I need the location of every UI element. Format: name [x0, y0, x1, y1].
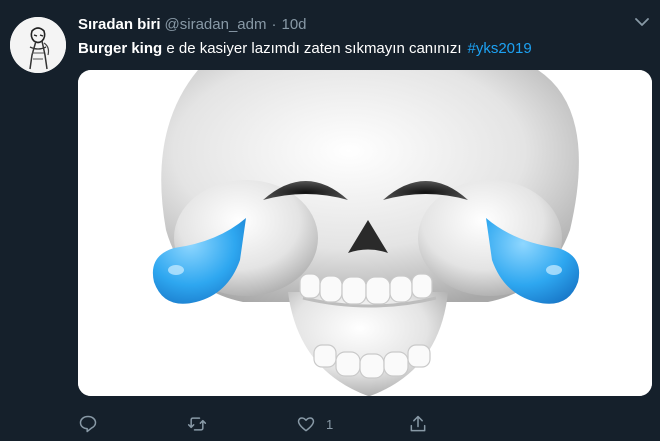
retweet-button[interactable]: [187, 412, 207, 436]
author-handle[interactable]: @siradan_adm: [165, 16, 267, 33]
avatar-sketch-icon: [10, 17, 66, 73]
tweet-actions: 1: [78, 412, 652, 436]
like-count: 1: [326, 416, 334, 432]
tweet[interactable]: Sıradan biri @siradan_adm · 10d Burger king…: [0, 0, 660, 441]
tweet-text-bold: Burger king: [78, 40, 163, 57]
reply-button[interactable]: [78, 412, 98, 436]
share-button[interactable]: [408, 412, 428, 436]
chevron-down-icon[interactable]: [632, 12, 652, 32]
laughing-skull-image: [78, 70, 652, 396]
timestamp[interactable]: 10d: [281, 16, 306, 33]
retweet-icon: [187, 417, 207, 431]
reply-icon: [79, 415, 97, 433]
tweet-header: Sıradan biri @siradan_adm · 10d: [78, 15, 307, 35]
heart-icon: [297, 417, 315, 432]
author-name[interactable]: Sıradan biri: [78, 16, 161, 33]
avatar[interactable]: [10, 17, 66, 73]
separator: ·: [271, 16, 277, 33]
share-icon: [410, 415, 426, 432]
tweet-media-image[interactable]: [78, 70, 652, 396]
tweet-text-body: e de kasiyer lazımdı zaten sıkmayın canı…: [162, 40, 462, 57]
like-button[interactable]: 1: [296, 412, 333, 436]
tweet-text: Burger king e de kasiyer lazımdı zaten s…: [78, 39, 532, 59]
hashtag-link[interactable]: #yks2019: [467, 40, 531, 57]
